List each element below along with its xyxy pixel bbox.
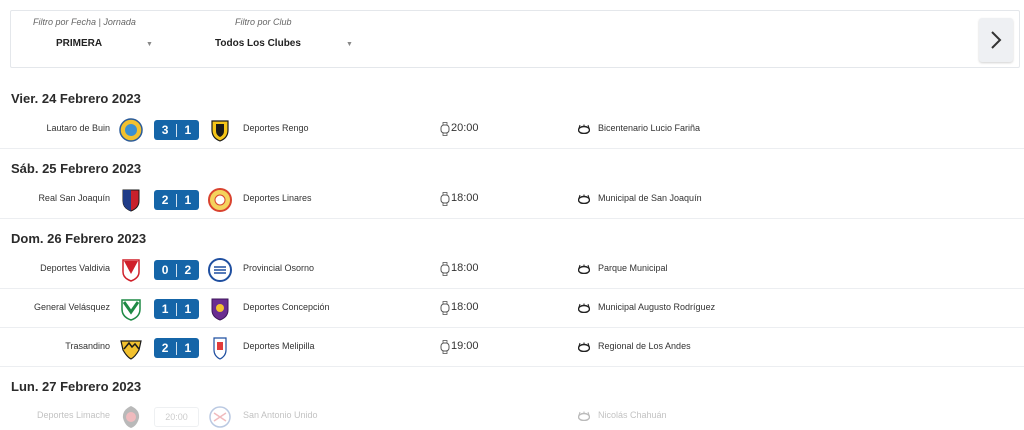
home-team-name[interactable]: Real San Joaquín bbox=[38, 193, 110, 203]
stadium-icon bbox=[578, 124, 590, 134]
club-filter-label: Filtro por Club bbox=[235, 17, 292, 27]
away-team-name[interactable]: Deportes Rengo bbox=[243, 123, 309, 133]
deportes-limache-crest-icon[interactable] bbox=[119, 405, 143, 429]
stadium-name[interactable]: Regional de Los Andes bbox=[598, 341, 691, 351]
home-team-name[interactable]: Trasandino bbox=[65, 341, 110, 351]
stadium-icon bbox=[578, 411, 590, 421]
score-box[interactable]: 31 bbox=[154, 120, 199, 140]
away-score: 2 bbox=[184, 263, 192, 277]
stadium-name[interactable]: Parque Municipal bbox=[598, 263, 668, 273]
match-time: 20:00 bbox=[451, 122, 479, 134]
scheduled-time-box[interactable]: 20:00 bbox=[154, 407, 199, 427]
match-date-heading: Sáb. 25 Febrero 2023 bbox=[11, 161, 142, 176]
match-row[interactable]: Trasandino 21 Deportes Melipilla 19:00 R… bbox=[0, 329, 1024, 367]
away-score: 1 bbox=[184, 193, 192, 207]
home-score: 3 bbox=[161, 123, 169, 137]
home-team-name[interactable]: Deportes Limache bbox=[37, 410, 110, 420]
lautaro-de-buin-crest-icon[interactable] bbox=[119, 118, 143, 142]
match-row[interactable]: General Velásquez 11 Deportes Concepción… bbox=[0, 290, 1024, 328]
stadium-icon bbox=[578, 342, 590, 352]
deportes-melipilla-crest-icon[interactable] bbox=[208, 336, 232, 360]
club-filter-value[interactable]: Todos Los Clubes bbox=[215, 38, 301, 49]
clock-icon bbox=[440, 192, 450, 206]
deportes-linares-crest-icon[interactable] bbox=[208, 188, 232, 212]
home-score: 2 bbox=[161, 341, 169, 355]
match-time: 18:00 bbox=[451, 301, 479, 313]
away-team-name[interactable]: Deportes Linares bbox=[243, 193, 312, 203]
trasandino-crest-icon[interactable] bbox=[119, 336, 143, 360]
stadium-name[interactable]: Municipal de San Joaquín bbox=[598, 193, 702, 203]
score-box[interactable]: 21 bbox=[154, 190, 199, 210]
real-san-joaquin-crest-icon[interactable] bbox=[119, 188, 143, 212]
date-filter[interactable]: Filtro por Fecha | Jornada PRIMERA ▼ bbox=[11, 11, 191, 69]
date-filter-label: Filtro por Fecha | Jornada bbox=[33, 17, 136, 27]
away-team-name[interactable]: Deportes Concepción bbox=[243, 302, 330, 312]
next-round-button[interactable] bbox=[979, 18, 1013, 62]
score-box[interactable]: 21 bbox=[154, 338, 199, 358]
deportes-concepcion-crest-icon[interactable] bbox=[208, 297, 232, 321]
match-row[interactable]: Deportes Valdivia 02 Provincial Osorno 1… bbox=[0, 251, 1024, 289]
general-velasquez-crest-icon[interactable] bbox=[119, 297, 143, 321]
match-time: 19:00 bbox=[451, 340, 479, 352]
away-score: 1 bbox=[184, 341, 192, 355]
club-filter[interactable]: Filtro por Club Todos Los Clubes ▼ bbox=[201, 11, 381, 69]
clock-icon bbox=[440, 340, 450, 354]
stadium-icon bbox=[578, 264, 590, 274]
san-antonio-unido-crest-icon[interactable] bbox=[208, 405, 232, 429]
chevron-down-icon[interactable]: ▼ bbox=[146, 41, 153, 48]
away-team-name[interactable]: Provincial Osorno bbox=[243, 263, 314, 273]
away-score: 1 bbox=[184, 302, 192, 316]
chevron-right-icon bbox=[991, 31, 1002, 49]
match-date-heading: Lun. 27 Febrero 2023 bbox=[11, 379, 142, 394]
match-date-heading: Dom. 26 Febrero 2023 bbox=[11, 231, 147, 246]
provincial-osorno-crest-icon[interactable] bbox=[208, 258, 232, 282]
match-time: 18:00 bbox=[451, 192, 479, 204]
stadium-name[interactable]: Bicentenario Lucio Fariña bbox=[598, 123, 700, 133]
clock-icon bbox=[440, 301, 450, 315]
home-score: 2 bbox=[161, 193, 169, 207]
clock-icon bbox=[440, 262, 450, 276]
match-row[interactable]: Lautaro de Buin 31 Deportes Rengo 20:00 … bbox=[0, 111, 1024, 149]
away-score: 1 bbox=[184, 123, 192, 137]
stadium-name[interactable]: Municipal Augusto Rodríguez bbox=[598, 302, 715, 312]
stadium-name[interactable]: Nicolás Chahuán bbox=[598, 410, 667, 420]
clock-icon bbox=[440, 122, 450, 136]
away-team-name[interactable]: Deportes Melipilla bbox=[243, 341, 315, 351]
stadium-icon bbox=[578, 194, 590, 204]
deportes-valdivia-crest-icon[interactable] bbox=[119, 258, 143, 282]
score-box[interactable]: 02 bbox=[154, 260, 199, 280]
deportes-rengo-crest-icon[interactable] bbox=[208, 118, 232, 142]
match-row[interactable]: Real San Joaquín 21 Deportes Linares 18:… bbox=[0, 181, 1024, 219]
match-time: 18:00 bbox=[451, 262, 479, 274]
home-team-name[interactable]: Deportes Valdivia bbox=[40, 263, 110, 273]
date-filter-value[interactable]: PRIMERA bbox=[56, 38, 102, 49]
filter-bar: Filtro por Fecha | Jornada PRIMERA ▼ Fil… bbox=[10, 10, 1020, 68]
match-date-heading: Vier. 24 Febrero 2023 bbox=[11, 91, 141, 106]
home-score: 1 bbox=[161, 302, 169, 316]
away-team-name[interactable]: San Antonio Unido bbox=[243, 410, 318, 420]
home-team-name[interactable]: General Velásquez bbox=[34, 302, 110, 312]
match-row[interactable]: Deportes Limache 20:00 San Antonio Unido… bbox=[0, 398, 1024, 430]
home-score: 0 bbox=[161, 263, 169, 277]
chevron-down-icon[interactable]: ▼ bbox=[346, 41, 353, 48]
score-box[interactable]: 11 bbox=[154, 299, 199, 319]
home-team-name[interactable]: Lautaro de Buin bbox=[46, 123, 110, 133]
stadium-icon bbox=[578, 303, 590, 313]
